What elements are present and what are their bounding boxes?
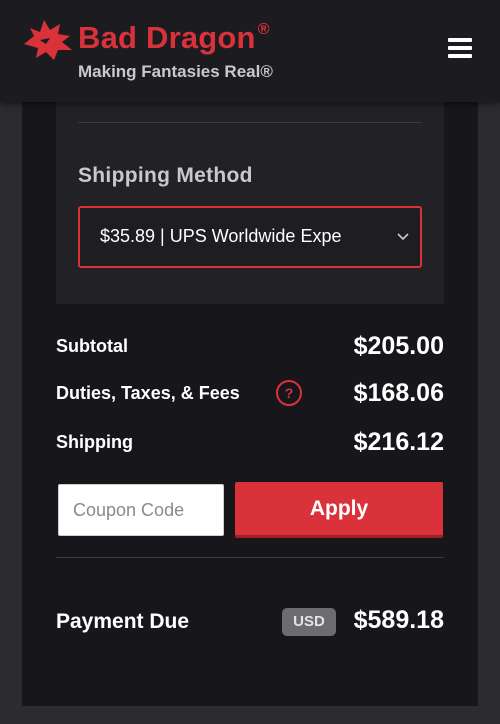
brand-name[interactable]: Bad Dragon ® (78, 20, 270, 56)
shipping-value: $216.12 (353, 428, 444, 456)
shipping-row: Shipping $216.12 (56, 428, 444, 458)
payment-due-label: Payment Due (56, 610, 190, 633)
brand-text: Bad Dragon (78, 20, 256, 55)
subtotal-value: $205.00 (353, 332, 444, 360)
subtotal-row: Subtotal $205.00 (56, 332, 444, 362)
apply-coupon-button[interactable]: Apply (235, 482, 443, 538)
currency-badge: USD (282, 608, 336, 636)
site-header: Bad Dragon ® Making Fantasies Real® (0, 0, 500, 102)
summary-divider (56, 557, 444, 558)
panel-divider (78, 122, 422, 123)
chevron-down-icon (397, 233, 409, 241)
payment-due-value: $589.18 (353, 606, 444, 634)
shipping-method-panel: Shipping Method $35.89 | UPS Worldwide E… (56, 102, 444, 304)
dragon-head-icon[interactable] (20, 14, 76, 64)
checkout-summary-card: Shipping Method $35.89 | UPS Worldwide E… (22, 102, 478, 706)
hamburger-menu-icon[interactable] (448, 38, 472, 60)
help-icon[interactable]: ? (276, 380, 302, 406)
trademark-mark: ® (257, 21, 270, 38)
shipping-method-title: Shipping Method (78, 164, 253, 187)
duties-row: Duties, Taxes, & Fees ? $168.06 (56, 379, 444, 409)
duties-value: $168.06 (353, 379, 444, 407)
duties-label: Duties, Taxes, & Fees (56, 383, 240, 403)
shipping-method-value: $35.89 | UPS Worldwide Expe (100, 226, 342, 246)
brand-tagline: Making Fantasies Real® (78, 62, 273, 81)
coupon-code-input[interactable] (58, 484, 224, 536)
shipping-label: Shipping (56, 432, 133, 452)
subtotal-label: Subtotal (56, 336, 128, 356)
shipping-method-select[interactable]: $35.89 | UPS Worldwide Expe (78, 206, 422, 268)
